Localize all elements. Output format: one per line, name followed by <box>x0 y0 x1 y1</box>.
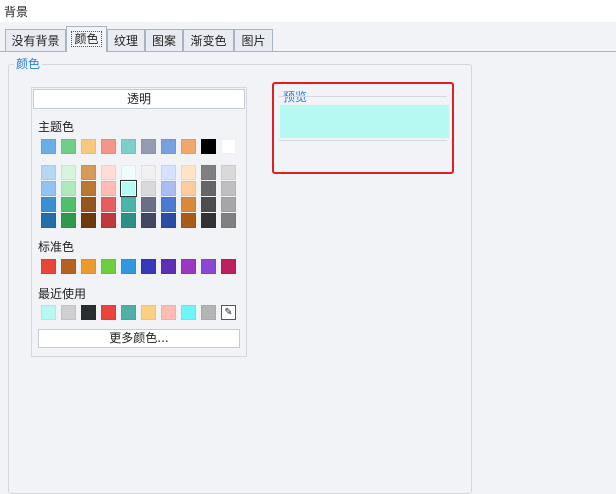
theme-shade-swatch[interactable] <box>61 197 76 212</box>
theme-shade-swatch[interactable] <box>181 165 196 180</box>
standard-color-swatch[interactable] <box>81 259 96 274</box>
tab-texture[interactable]: 纹理 <box>107 29 145 51</box>
standard-color-swatch[interactable] <box>221 259 236 274</box>
theme-shade-swatch[interactable] <box>201 197 216 212</box>
tab-gradient[interactable]: 渐变色 <box>183 29 234 51</box>
theme-color-swatch[interactable] <box>221 139 236 154</box>
theme-shade-swatch[interactable] <box>221 197 236 212</box>
theme-shade-swatch[interactable] <box>201 213 216 228</box>
theme-color-swatch[interactable] <box>101 139 116 154</box>
theme-shade-swatch[interactable] <box>81 213 96 228</box>
theme-color-swatch[interactable] <box>181 139 196 154</box>
theme-color-swatch[interactable] <box>121 139 136 154</box>
standard-color-swatch[interactable] <box>61 259 76 274</box>
theme-shade-swatch[interactable] <box>121 165 136 180</box>
tab-label: 没有背景 <box>11 34 60 48</box>
theme-shade-swatch[interactable] <box>101 197 116 212</box>
tab-label: 图案 <box>151 34 176 48</box>
theme-shade-swatch[interactable] <box>81 197 96 212</box>
standard-color-swatch[interactable] <box>201 259 216 274</box>
theme-shade-swatch[interactable] <box>61 213 76 228</box>
theme-shade-swatch[interactable] <box>181 213 196 228</box>
standard-color-swatch[interactable] <box>161 259 176 274</box>
recent-color-swatch[interactable] <box>161 305 176 320</box>
theme-shade-swatch[interactable] <box>101 213 116 228</box>
theme-color-swatch[interactable] <box>201 139 216 154</box>
theme-shade-swatch[interactable] <box>141 197 156 212</box>
theme-shade-swatch[interactable] <box>221 165 236 180</box>
theme-shade-swatch[interactable] <box>181 197 196 212</box>
theme-shade-swatch[interactable] <box>41 165 56 180</box>
theme-shade-swatch[interactable] <box>201 165 216 180</box>
theme-shade-swatch[interactable] <box>181 181 196 196</box>
theme-shade-swatch[interactable] <box>41 213 56 228</box>
tab-label: 颜色 <box>71 31 102 47</box>
title-bar: 背景 <box>0 0 616 22</box>
recent-color-swatch[interactable] <box>41 305 56 320</box>
tab-no-background[interactable]: 没有背景 <box>5 29 66 51</box>
theme-shade-swatch[interactable] <box>101 181 116 196</box>
theme-shade-swatch[interactable] <box>141 165 156 180</box>
recent-color-swatch[interactable] <box>81 305 96 320</box>
theme-shade-swatch[interactable] <box>41 181 56 196</box>
theme-shade-swatch[interactable] <box>141 213 156 228</box>
tab-color[interactable]: 颜色 <box>66 26 107 52</box>
standard-color-swatch[interactable] <box>101 259 116 274</box>
tab-label: 纹理 <box>113 34 138 48</box>
theme-shade-swatch[interactable] <box>141 181 156 196</box>
standard-color-swatch[interactable] <box>121 259 136 274</box>
preview-swatch <box>280 105 449 138</box>
recent-colors-label: 最近使用 <box>38 287 87 301</box>
recent-color-swatch[interactable] <box>101 305 116 320</box>
eyedropper-icon[interactable]: ✎ <box>221 305 236 320</box>
theme-color-swatch[interactable] <box>41 139 56 154</box>
tab-pattern[interactable]: 图案 <box>145 29 183 51</box>
theme-shade-swatch[interactable] <box>81 181 96 196</box>
theme-shade-swatch[interactable] <box>121 213 136 228</box>
theme-shade-swatch[interactable] <box>221 213 236 228</box>
theme-shade-swatch[interactable] <box>81 165 96 180</box>
theme-color-swatch[interactable] <box>161 139 176 154</box>
recent-color-swatch[interactable] <box>121 305 136 320</box>
theme-shade-swatch[interactable] <box>120 180 137 197</box>
color-group-legend: 颜色 <box>14 55 43 72</box>
tab-label: 图片 <box>241 34 266 48</box>
theme-color-swatch[interactable] <box>61 139 76 154</box>
theme-shade-swatch[interactable] <box>121 197 136 212</box>
theme-shade-swatch[interactable] <box>161 181 176 196</box>
preview-rule-top <box>279 96 447 97</box>
standard-color-swatch[interactable] <box>141 259 156 274</box>
theme-colors-label: 主题色 <box>38 120 75 134</box>
more-colors-button[interactable]: 更多颜色... <box>38 329 240 348</box>
tab-picture[interactable]: 图片 <box>234 29 273 51</box>
theme-shade-swatch[interactable] <box>61 165 76 180</box>
theme-shade-swatch[interactable] <box>61 181 76 196</box>
theme-shade-swatch[interactable] <box>221 181 236 196</box>
theme-shade-swatch[interactable] <box>41 197 56 212</box>
window-title: 背景 <box>4 5 29 19</box>
preview-rule-bottom <box>279 140 447 141</box>
standard-color-swatch[interactable] <box>181 259 196 274</box>
theme-shade-swatch[interactable] <box>201 181 216 196</box>
theme-shade-swatch[interactable] <box>161 197 176 212</box>
theme-color-swatch[interactable] <box>141 139 156 154</box>
theme-shade-swatch[interactable] <box>161 165 176 180</box>
recent-color-swatch[interactable] <box>201 305 216 320</box>
theme-shade-swatch[interactable] <box>161 213 176 228</box>
recent-color-swatch[interactable] <box>61 305 76 320</box>
theme-color-swatch[interactable] <box>81 139 96 154</box>
theme-shade-swatch[interactable] <box>101 165 116 180</box>
recent-color-swatch[interactable] <box>141 305 156 320</box>
standard-colors-label: 标准色 <box>38 240 75 254</box>
standard-color-swatch[interactable] <box>41 259 56 274</box>
recent-color-swatch[interactable] <box>181 305 196 320</box>
tab-label: 渐变色 <box>190 34 227 48</box>
transparent-button[interactable]: 透明 <box>33 89 245 109</box>
